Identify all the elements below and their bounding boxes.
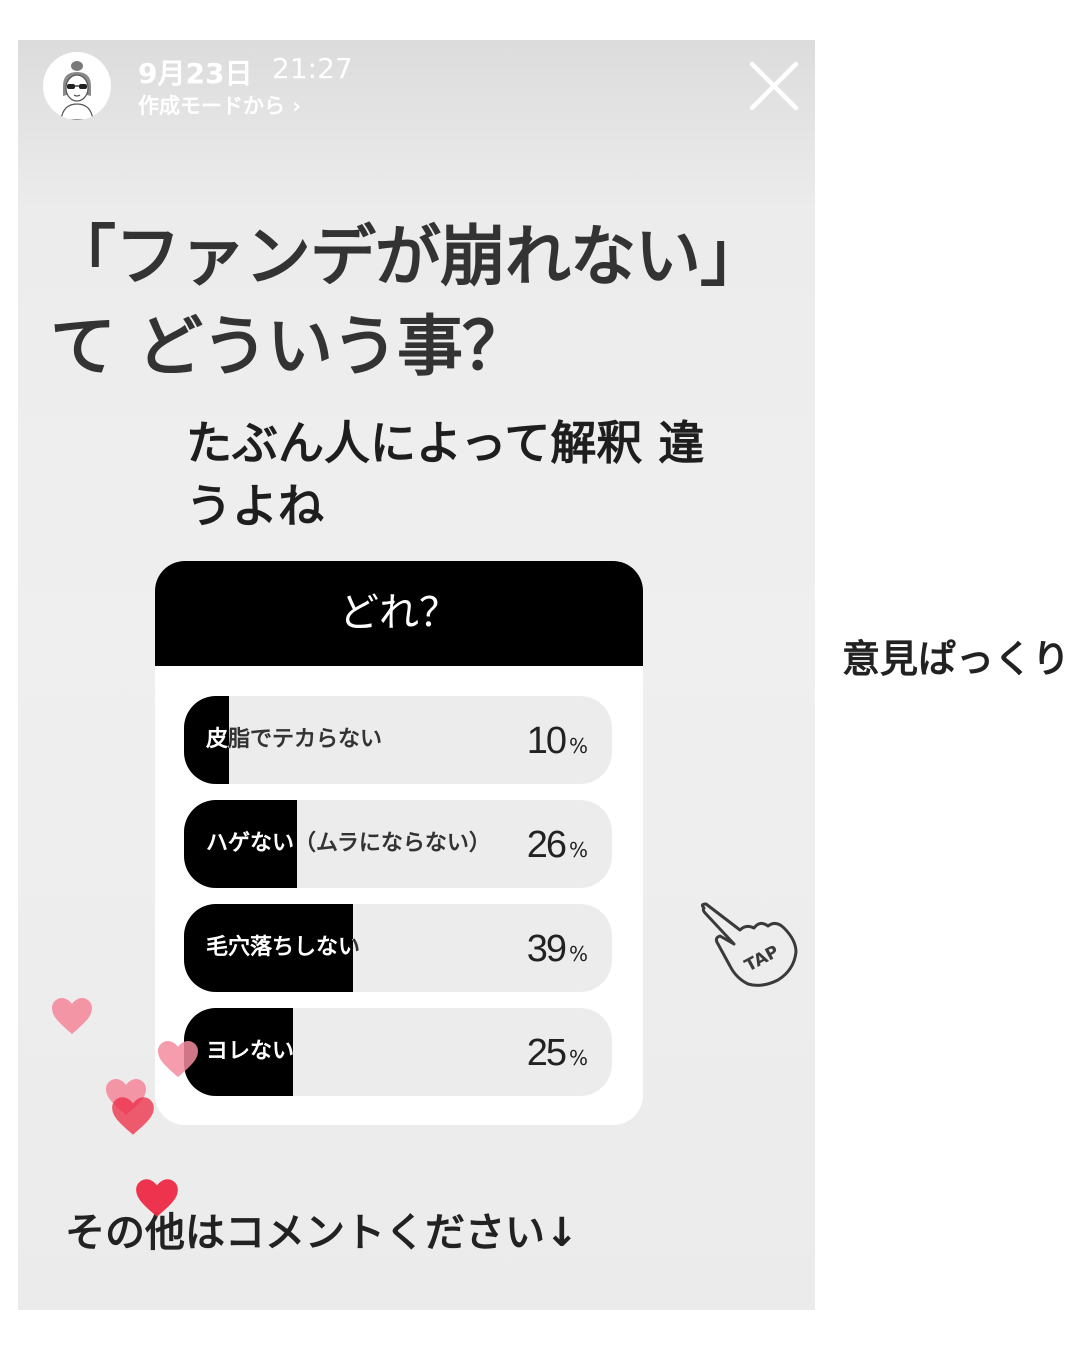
heart-icon <box>136 1179 178 1217</box>
heart-icon <box>158 1041 198 1077</box>
close-icon <box>749 61 799 111</box>
heart-icon <box>112 1097 154 1135</box>
tap-label: TAP <box>741 942 782 977</box>
poll-option-percent-sign: % <box>568 1046 588 1070</box>
tap-sticker-icon: TAP <box>696 900 804 992</box>
story-frame: 9月23日 21:27 作成モードから › 「ファンデが崩れない」て どういう事… <box>18 40 815 1310</box>
poll-option-percent: 26% <box>527 824 588 867</box>
close-button[interactable] <box>746 58 802 114</box>
poll-option[interactable]: 毛穴落ちしない 39% 毛穴落ちしない <box>184 904 612 992</box>
story-headline: 「ファンデが崩れない」て どういう事？ <box>50 218 766 385</box>
poll-option[interactable]: ヨレない 25% ヨレない <box>184 1008 612 1096</box>
story-subhead: たぶん人によって解釈 違うよね <box>186 416 705 533</box>
poll-question: どれ？ <box>155 561 643 666</box>
poll-option[interactable]: ハゲない（ムラにならない） 26% ハゲない（ムラにならない） <box>184 800 612 888</box>
poll-option-percent: 39% <box>527 928 588 971</box>
post-caption: 意見ぱっくり <box>842 637 1071 681</box>
poll-option-percent-value: 10 <box>526 720 567 762</box>
poll-option-percent-sign: % <box>568 734 588 758</box>
poll-option-percent-sign: % <box>568 942 588 966</box>
poll-option-percent-sign: % <box>568 838 588 862</box>
poll-option-percent: 10% <box>527 720 588 763</box>
avatar[interactable] <box>43 52 111 120</box>
poll-sticker: どれ？ 皮脂でテカらない 10% 皮脂でテカらない ハゲない（ムラにならない） 26% ハ… <box>155 561 643 1125</box>
heart-icon <box>52 998 92 1034</box>
poll-option-percent-value: 25 <box>526 1032 567 1074</box>
story-time: 21:27 <box>272 52 353 85</box>
poll-option-percent-value: 26 <box>526 824 567 866</box>
poll-option-percent-value: 39 <box>526 928 567 970</box>
story-source-link[interactable]: 作成モードから › <box>138 90 301 120</box>
poll-option-label: 皮脂でテカらない <box>206 727 383 752</box>
story-date: 9月23日 <box>138 57 253 90</box>
poll-option[interactable]: 皮脂でテカらない 10% 皮脂でテカらない <box>184 696 612 784</box>
poll-option-percent: 25% <box>527 1032 588 1075</box>
